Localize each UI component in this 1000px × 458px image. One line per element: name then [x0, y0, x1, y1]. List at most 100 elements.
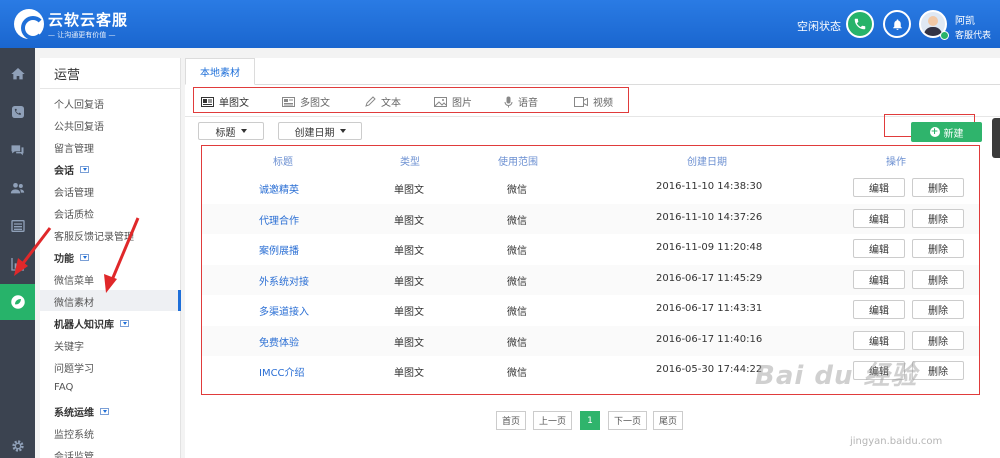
- row-scope: 微信: [507, 215, 527, 227]
- pager-last[interactable]: 尾页: [653, 411, 683, 430]
- row-title-link[interactable]: 案例展播: [259, 242, 299, 257]
- edit-button[interactable]: 编辑: [853, 178, 905, 197]
- edit-button[interactable]: 编辑: [853, 239, 905, 258]
- menu-group-robot-kb[interactable]: 机器人知识库: [54, 316, 129, 331]
- notification-button[interactable]: [883, 10, 911, 38]
- caret-down-icon: [240, 129, 247, 133]
- row-scope: 微信: [507, 276, 527, 288]
- type-tab-voice[interactable]: 语音: [504, 94, 538, 109]
- tab-local-material[interactable]: 本地素材: [185, 58, 255, 85]
- menu-item-faq[interactable]: FAQ: [54, 382, 73, 393]
- row-scope: 微信: [507, 368, 527, 379]
- row-type: 单图文: [394, 368, 424, 379]
- row-title-link[interactable]: IMCC介绍: [259, 364, 305, 379]
- table-row: 多渠道接入 单图文 微信 2016-06-17 11:43:31 编辑 删除: [202, 295, 979, 325]
- edit-button[interactable]: 编辑: [853, 330, 905, 350]
- table-row: 案例展播 单图文 微信 2016-11-09 11:20:48 编辑 删除: [202, 234, 979, 264]
- caret-down-icon: [339, 129, 346, 133]
- row-type: 单图文: [394, 215, 424, 227]
- row-title-link[interactable]: 免费体验: [259, 334, 299, 349]
- brand-logo[interactable]: [14, 9, 45, 40]
- rail-settings[interactable]: [0, 428, 35, 458]
- type-tab-video[interactable]: 视频: [574, 94, 613, 109]
- chevron-down-icon: [80, 166, 89, 173]
- menu-item-public-reply[interactable]: 公共回复语: [54, 118, 104, 133]
- phone-button[interactable]: [846, 10, 874, 38]
- rail-chat[interactable]: [0, 132, 35, 168]
- menu-item-question-learning[interactable]: 问题学习: [54, 360, 94, 375]
- pencil-icon: [365, 95, 376, 107]
- gear-icon: [11, 440, 24, 452]
- menu-item-session-management[interactable]: 会话管理: [54, 184, 94, 199]
- pager-first[interactable]: 首页: [496, 411, 526, 430]
- bar-chart-icon: [10, 258, 24, 271]
- column-header-title: 标题: [273, 157, 293, 168]
- rail-report[interactable]: [0, 246, 35, 282]
- chat-icon: [11, 145, 24, 156]
- column-header-type: 类型: [400, 157, 420, 168]
- filter-title-dropdown[interactable]: 标题: [198, 122, 264, 140]
- delete-button[interactable]: 删除: [912, 330, 964, 350]
- row-title-link[interactable]: 诚邀精英: [259, 181, 299, 196]
- row-scope: 微信: [507, 185, 527, 196]
- menu-group-session[interactable]: 会话: [54, 162, 89, 177]
- new-material-button[interactable]: + 新建: [911, 122, 982, 142]
- row-title-link[interactable]: 代理合作: [259, 212, 299, 227]
- type-tab-single-article[interactable]: 单图文: [201, 94, 249, 109]
- menu-group-features[interactable]: 功能: [54, 250, 89, 265]
- delete-button[interactable]: 删除: [912, 208, 964, 228]
- row-title-link[interactable]: 多渠道接入: [259, 303, 309, 318]
- menu-group-ops[interactable]: 系统运维: [54, 404, 109, 419]
- row-type: 单图文: [394, 337, 424, 349]
- edit-button[interactable]: 编辑: [853, 269, 905, 289]
- delete-button[interactable]: 删除: [912, 178, 964, 197]
- side-scroll-handle[interactable]: [992, 118, 1000, 158]
- edit-button[interactable]: 编辑: [853, 300, 905, 319]
- menu-item-personal-reply[interactable]: 个人回复语: [54, 96, 104, 111]
- type-tab-image[interactable]: 图片: [434, 94, 472, 109]
- delete-button[interactable]: 删除: [912, 269, 964, 289]
- menu-item-monitoring[interactable]: 监控系统: [54, 426, 94, 441]
- user-name[interactable]: 阿凯: [955, 12, 975, 27]
- chevron-down-icon: [100, 408, 109, 415]
- rail-users[interactable]: [0, 170, 35, 206]
- rail-list[interactable]: [0, 208, 35, 244]
- main-panel: 本地素材 单图文 多图文 文本 图片 语音 视频 标题 创建日期 + 新建 标题…: [185, 58, 1000, 458]
- filter-date-dropdown[interactable]: 创建日期: [278, 122, 362, 140]
- phone-book-icon: [11, 106, 24, 118]
- delete-button[interactable]: 删除: [912, 361, 964, 380]
- column-header-actions: 操作: [886, 157, 906, 168]
- menu-item-feedback-records[interactable]: 客服反馈记录管理: [54, 228, 134, 243]
- menu-item-session-quality[interactable]: 会话质检: [54, 206, 94, 221]
- single-article-icon: [201, 96, 214, 107]
- menu-item-keywords[interactable]: 关键字: [54, 338, 84, 353]
- rail-home[interactable]: [0, 56, 35, 92]
- menu-item-session-supervision[interactable]: 会话监管: [54, 448, 94, 458]
- brand-slogan: — 让沟通更有价值 —: [48, 31, 116, 39]
- pager-prev[interactable]: 上一页: [533, 411, 572, 430]
- edit-button[interactable]: 编辑: [853, 208, 905, 228]
- menu-item-wechat-menu[interactable]: 微信菜单: [54, 272, 94, 287]
- menu-item-wechat-material[interactable]: 微信素材: [54, 294, 94, 309]
- rail-phone[interactable]: [0, 94, 35, 130]
- type-tab-multi-article[interactable]: 多图文: [282, 94, 330, 109]
- menu-item-message-management[interactable]: 留言管理: [54, 140, 94, 155]
- rail-operations[interactable]: [0, 284, 35, 320]
- row-title-link[interactable]: 外系统对接: [259, 273, 309, 288]
- column-header-scope: 使用范围: [498, 157, 538, 168]
- agent-status[interactable]: 空闲状态: [797, 18, 841, 34]
- material-type-tabs: 单图文 多图文 文本 图片 语音 视频: [193, 87, 629, 113]
- delete-button[interactable]: 删除: [912, 300, 964, 319]
- pager-next[interactable]: 下一页: [608, 411, 647, 430]
- app-header: 云软云客服 — 让沟通更有价值 — 空闲状态 阿凯 客服代表: [0, 0, 1000, 48]
- row-created-date: 2016-06-17 11:43:31: [656, 303, 763, 314]
- pager-page-1[interactable]: 1: [580, 411, 600, 430]
- delete-button[interactable]: 删除: [912, 239, 964, 258]
- table-row: 免费体验 单图文 微信 2016-06-17 11:40:16 编辑 删除: [202, 325, 979, 356]
- image-icon: [434, 96, 447, 107]
- type-tab-text[interactable]: 文本: [364, 94, 401, 109]
- chevron-down-icon: [80, 254, 89, 261]
- row-scope: 微信: [507, 246, 527, 257]
- row-type: 单图文: [394, 246, 424, 257]
- row-type: 单图文: [394, 185, 424, 196]
